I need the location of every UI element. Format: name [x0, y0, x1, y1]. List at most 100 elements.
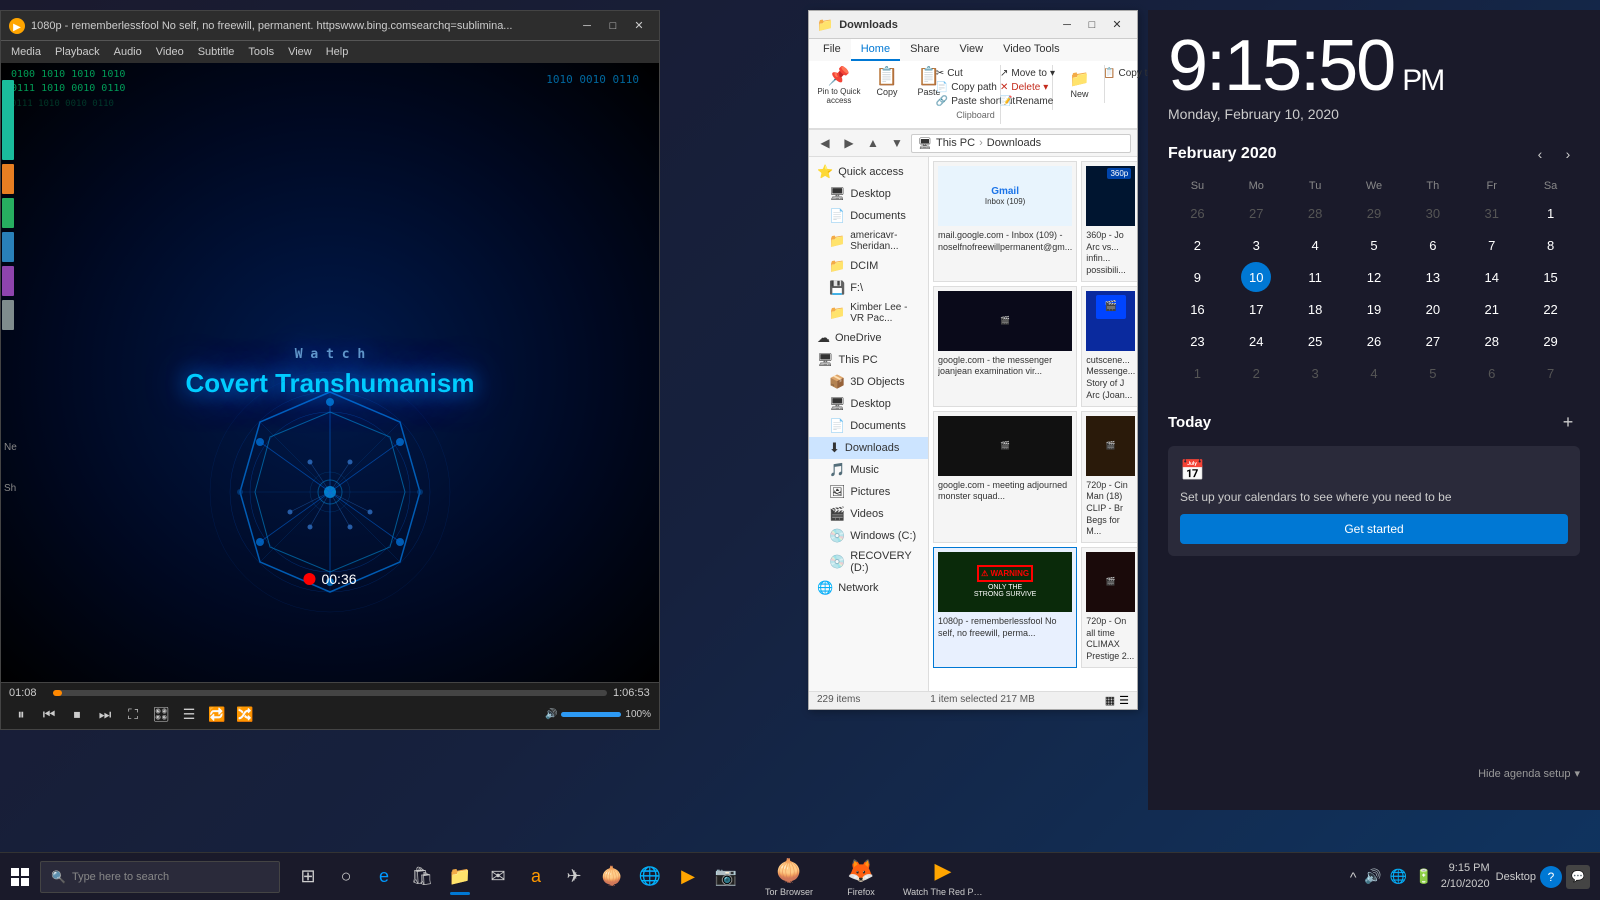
sidebar-this-pc[interactable]: 🖥 This PC [809, 349, 928, 371]
taskbar-edge-button[interactable]: e [366, 857, 402, 897]
sidebar-desktop2[interactable]: 🖥 Desktop [809, 393, 928, 415]
taskbar-task-view-button[interactable]: ⊞ [290, 857, 326, 897]
fe-tab-file[interactable]: File [813, 39, 851, 61]
fe-rename-button[interactable]: 📝 Rename [996, 95, 1059, 108]
fe-thumbnail-8[interactable]: 🎬 720p - On all time CLIMAX Prestige 2..… [1081, 547, 1137, 668]
sidebar-3d-objects[interactable]: 📦 3D Objects [809, 371, 928, 393]
fe-forward-button[interactable]: ▶ [839, 133, 859, 153]
vlc-menu-video[interactable]: Video [150, 44, 190, 60]
hide-agenda-button[interactable]: Hide agenda setup ▾ [1478, 767, 1580, 780]
systray-sound-icon[interactable]: 🔊 [1362, 866, 1383, 887]
fe-maximize-button[interactable]: □ [1080, 15, 1104, 35]
fe-down-arrow-button[interactable]: ▼ [887, 133, 907, 153]
fe-delete-button[interactable]: ✕ Delete ▾ [996, 81, 1059, 94]
fe-tab-share[interactable]: Share [900, 39, 949, 61]
sidebar-documents2[interactable]: 📄 Documents [809, 415, 928, 437]
sidebar-documents[interactable]: 📄 Documents [809, 205, 928, 227]
cal-day-2-1[interactable]: 10 [1227, 262, 1286, 292]
sidebar-recovery-d[interactable]: 💿 RECOVERY (D:) [809, 547, 928, 577]
cal-day-4-6[interactable]: 29 [1521, 326, 1580, 356]
fe-thumbnail-5[interactable]: 🎬 google.com - meeting adjourned monster… [933, 411, 1077, 543]
systray-battery-icon[interactable]: 🔋 [1413, 866, 1434, 887]
cal-day-1-1[interactable]: 3 [1227, 230, 1286, 260]
fe-thumbnail-2[interactable]: 360p 360p - Jo Arc vs... infin... possib… [1081, 161, 1137, 282]
sidebar-desktop[interactable]: 🖥 Desktop [809, 183, 928, 205]
agenda-add-button[interactable]: + [1556, 410, 1580, 434]
taskbar-browser2-button[interactable]: 🌐 [632, 857, 668, 897]
cal-day-1-0[interactable]: 2 [1168, 230, 1227, 260]
taskbar-explorer-button[interactable]: 📁 [442, 857, 478, 897]
sidebar-music[interactable]: 🎵 Music [809, 459, 928, 481]
systray-expand-icon[interactable]: ^ [1348, 867, 1359, 887]
cal-day-2-0[interactable]: 9 [1168, 262, 1227, 292]
taskbar-cortana-button[interactable]: ○ [328, 857, 364, 897]
cal-next-button[interactable]: › [1556, 142, 1580, 166]
vlc-volume-bar[interactable] [561, 712, 621, 717]
cal-day-3-1[interactable]: 17 [1227, 294, 1286, 324]
vlc-maximize-button[interactable]: □ [601, 16, 625, 36]
cal-day-1-6[interactable]: 8 [1521, 230, 1580, 260]
cal-prev-button[interactable]: ‹ [1528, 142, 1552, 166]
vlc-menu-view[interactable]: View [282, 44, 318, 60]
cal-day-5-3[interactable]: 4 [1345, 358, 1404, 388]
sidebar-americavr[interactable]: 📁 americavr-Sheridan... [809, 227, 928, 255]
cal-day-3-5[interactable]: 21 [1462, 294, 1521, 324]
vlc-prev-button[interactable]: ⏮ [37, 703, 61, 725]
fe-close-button[interactable]: ✕ [1105, 15, 1129, 35]
cal-day-0-2[interactable]: 28 [1286, 198, 1345, 228]
cal-day-3-6[interactable]: 22 [1521, 294, 1580, 324]
cal-day-2-6[interactable]: 15 [1521, 262, 1580, 292]
fe-thumbnail-6[interactable]: 🎬 720p - Cin Man (18) CLIP - Br Begs for… [1081, 411, 1137, 543]
fe-pin-quick-access-button[interactable]: 📌 Pin to Quickaccess [813, 65, 865, 107]
sidebar-onedrive[interactable]: ☁ OneDrive [809, 327, 928, 349]
taskbar-camera-button[interactable]: 📷 [708, 857, 744, 897]
cal-day-5-1[interactable]: 2 [1227, 358, 1286, 388]
cal-day-0-5[interactable]: 31 [1462, 198, 1521, 228]
cal-day-2-5[interactable]: 14 [1462, 262, 1521, 292]
sidebar-windows-c[interactable]: 💿 Windows (C:) [809, 525, 928, 547]
taskbar-app-tor-browser[interactable]: 🧅 Tor Browser [754, 855, 824, 899]
vlc-menu-playback[interactable]: Playback [49, 44, 106, 60]
sidebar-downloads[interactable]: ⬇ Downloads [809, 437, 928, 459]
fe-minimize-button[interactable]: ─ [1055, 15, 1079, 35]
fe-up-button[interactable]: ▲ [863, 133, 883, 153]
vlc-video-area[interactable]: 0100 1010 1010 1010 0111 1010 0010 0110 … [1, 63, 659, 682]
taskbar-start-button[interactable] [0, 857, 40, 897]
fe-tab-home[interactable]: Home [851, 39, 900, 61]
sidebar-kimber[interactable]: 📁 Kimber Lee - VR Pac... [809, 299, 928, 327]
cal-day-3-2[interactable]: 18 [1286, 294, 1345, 324]
cal-day-0-4[interactable]: 30 [1403, 198, 1462, 228]
sidebar-pictures[interactable]: 🖼 Pictures [809, 481, 928, 503]
systray-network-icon[interactable]: 🌐 [1388, 866, 1409, 887]
vlc-menu-media[interactable]: Media [5, 44, 47, 60]
vlc-progress-bar[interactable] [53, 690, 607, 696]
cal-day-0-1[interactable]: 27 [1227, 198, 1286, 228]
cal-day-1-2[interactable]: 4 [1286, 230, 1345, 260]
fe-new-button[interactable]: 📁 New [1060, 67, 1100, 101]
fe-tab-view[interactable]: View [949, 39, 993, 61]
fe-back-button[interactable]: ◀ [815, 133, 835, 153]
cal-day-0-6[interactable]: 1 [1521, 198, 1580, 228]
fe-thumbnail-7[interactable]: ⚠ WARNING ONLY THESTRONG SURVIVE 1080p -… [933, 547, 1077, 668]
cal-day-0-0[interactable]: 26 [1168, 198, 1227, 228]
vlc-close-button[interactable]: ✕ [627, 16, 651, 36]
vlc-menu-audio[interactable]: Audio [108, 44, 148, 60]
vlc-menu-subtitle[interactable]: Subtitle [192, 44, 241, 60]
cal-day-1-5[interactable]: 7 [1462, 230, 1521, 260]
cal-day-4-5[interactable]: 28 [1462, 326, 1521, 356]
sidebar-quick-access[interactable]: ⭐ Quick access [809, 161, 928, 183]
taskbar-help-button[interactable]: ? [1540, 866, 1562, 888]
fe-list-view-button[interactable]: ☰ [1119, 694, 1129, 707]
cal-day-4-1[interactable]: 24 [1227, 326, 1286, 356]
cal-day-2-3[interactable]: 12 [1345, 262, 1404, 292]
vlc-loop-button[interactable]: 🔁 [205, 703, 229, 725]
taskbar-app-firefox[interactable]: 🦊 Firefox [826, 855, 896, 899]
taskbar-store-button[interactable]: 🛍 [404, 857, 440, 897]
vlc-menu-tools[interactable]: Tools [242, 44, 280, 60]
vlc-playlist-button[interactable]: ☰ [177, 703, 201, 725]
cal-day-1-4[interactable]: 6 [1403, 230, 1462, 260]
cal-day-2-4[interactable]: 13 [1403, 262, 1462, 292]
fe-thumbnail-3[interactable]: 🎬 google.com - the messenger joanjean ex… [933, 286, 1077, 407]
taskbar-vlc-button[interactable]: ▶ [670, 857, 706, 897]
vlc-fullscreen-button[interactable]: ⛶ [121, 703, 145, 725]
